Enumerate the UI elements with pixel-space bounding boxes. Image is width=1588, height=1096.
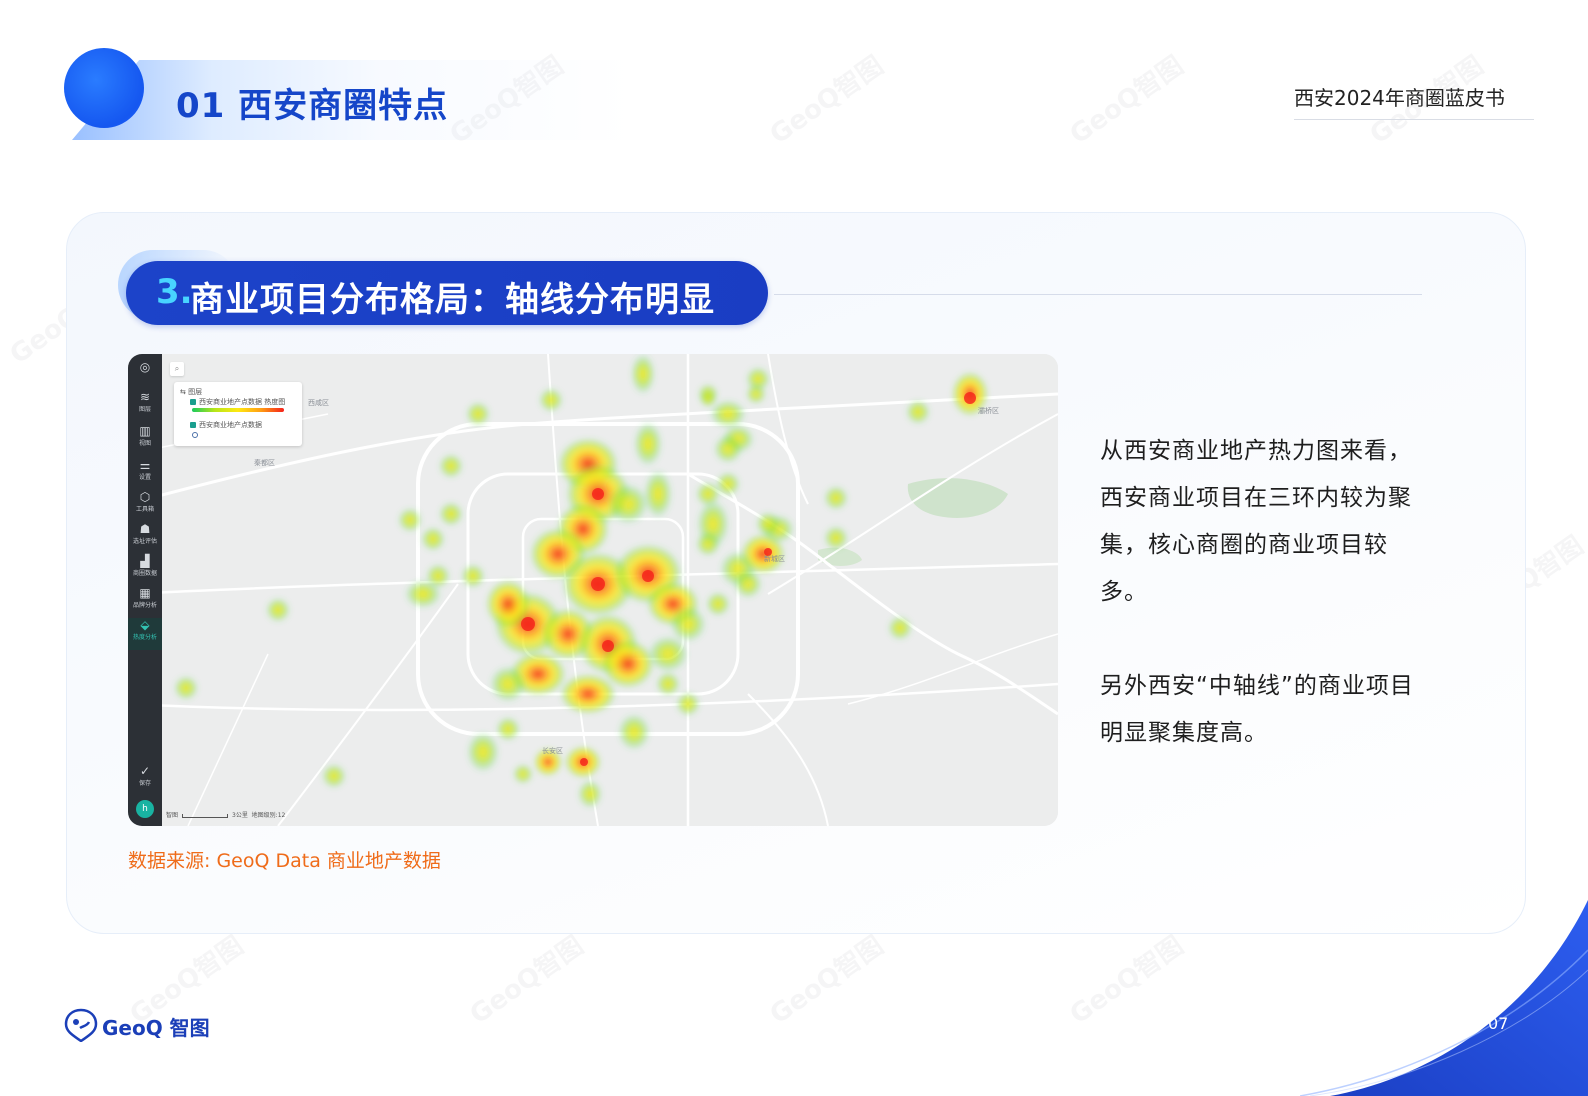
heat-icon: ⬙ xyxy=(140,618,150,632)
sidebar-item-settings[interactable]: ⚌ 设置 xyxy=(128,458,162,481)
sidebar-item-toolbox[interactable]: ⬡ 工具箱 xyxy=(128,490,162,513)
report-title: 西安2024年商圈蓝皮书 xyxy=(1294,86,1505,110)
map-scale: 智图 3公里 地图级别:12 xyxy=(166,810,285,819)
sidebar-item-label: 保存 xyxy=(138,780,151,787)
sidebar-item-label: 设置 xyxy=(138,474,151,481)
map-sidebar: ◎ ≋ 图层 ▥ 视图 ⚌ 设置 ⬡ 工具箱 ☗ 选址评估 ▟ 商圈数据 ▦ 品牌分析 ⬙ 热度… xyxy=(128,354,162,826)
watermark: GeoQ智图 xyxy=(1064,50,1190,151)
heading-divider xyxy=(774,294,1422,295)
heading-number: 3. xyxy=(156,272,193,312)
sidebar-item-label: 选址评估 xyxy=(132,538,157,545)
check-circle-icon: ✓ xyxy=(139,764,151,778)
map-place-label: 西咸区 xyxy=(308,399,329,407)
map-place-label: 秦都区 xyxy=(254,459,275,467)
sidebar-item-label: 商圈数据 xyxy=(132,570,157,577)
scale-text: 3公里 xyxy=(232,812,248,819)
description-paragraph: 另外西安“中轴线”的商业项目明显聚集度高。 xyxy=(1100,673,1414,746)
description: 从西安商业地产热力图来看，西安商业项目在三环内较为聚集，核心商圈的商业项目较多。… xyxy=(1100,428,1420,804)
legend-layer-label: 西安商业地产点数据 xyxy=(199,421,262,429)
sidebar-item-label: 品牌分析 xyxy=(132,602,157,609)
header-blob xyxy=(64,48,144,128)
sidebar-item-label: 视图 xyxy=(138,440,151,447)
map-place-label: 新城区 xyxy=(764,555,785,563)
legend-header-label: 图层 xyxy=(188,388,203,396)
corner-decoration xyxy=(1300,900,1588,1096)
sidebar-item-view[interactable]: ▥ 视图 xyxy=(128,424,162,447)
sidebar-item-label: 图层 xyxy=(138,406,151,413)
compass-icon: ◎ xyxy=(139,360,151,374)
layers-icon: ≋ xyxy=(139,390,151,404)
legend-layer-label: 西安商业地产点数据 热度图 xyxy=(199,398,286,406)
legend-layer-heat[interactable]: 西安商业地产点数据 热度图 xyxy=(190,397,285,407)
watermark: GeoQ智图 xyxy=(764,50,890,151)
page-number: 07 xyxy=(1488,1014,1509,1033)
sidebar-item-site-eval[interactable]: ☗ 选址评估 xyxy=(128,522,162,545)
watermark: GeoQ智图 xyxy=(764,930,890,1031)
report-title-underline xyxy=(1294,119,1534,120)
map-district-label: 长安区 xyxy=(542,747,563,755)
sidebar-logo[interactable]: ◎ xyxy=(128,360,162,374)
sidebar-item-save[interactable]: ✓ 保存 xyxy=(128,764,162,787)
sliders-icon: ⚌ xyxy=(139,458,151,472)
sidebar-item-label: 热度分析 xyxy=(132,634,157,641)
description-paragraph: 从西安商业地产热力图来看，西安商业项目在三环内较为聚集，核心商圈的商业项目较多。 xyxy=(1100,438,1412,605)
books-icon: ▥ xyxy=(139,424,151,438)
geoq-logo-icon xyxy=(64,1008,98,1042)
data-source: 数据来源: GeoQ Data 商业地产数据 xyxy=(128,850,441,872)
scale-bar xyxy=(182,813,229,818)
heading-text: 商业项目分布格局：轴线分布明显 xyxy=(190,280,715,320)
bar-chart-icon: ▟ xyxy=(140,554,150,568)
layer-legend: ⇆ 图层 西安商业地产点数据 热度图 西安商业地产点数据 xyxy=(174,382,302,446)
watermark: GeoQ智图 xyxy=(1064,930,1190,1031)
section-title: 01 西安商圈特点 xyxy=(176,86,449,126)
grid-icon: ▦ xyxy=(139,586,151,600)
checkbox-checked-icon[interactable] xyxy=(190,399,196,405)
location-person-icon: ☗ xyxy=(139,522,151,536)
watermark: GeoQ智图 xyxy=(464,930,590,1031)
map-search-button[interactable]: ⌕ xyxy=(170,362,184,376)
sidebar-item-label: 工具箱 xyxy=(135,506,154,513)
legend-header: ⇆ 图层 xyxy=(180,388,203,396)
zoom-level: 地图级别:12 xyxy=(251,812,286,819)
checkbox-checked-icon[interactable] xyxy=(190,422,196,428)
sidebar-item-layers[interactable]: ≋ 图层 xyxy=(128,390,162,413)
heatmap-screenshot: 西咸区 秦都区 灞桥区 新城区 长安区 ◎ ≋ 图层 ▥ 视图 ⚌ 设置 ⬡ 工具箱 ☗… xyxy=(128,354,1058,826)
heat-gradient-bar xyxy=(192,408,284,412)
legend-layer-points[interactable]: 西安商业地产点数据 xyxy=(190,420,262,430)
sidebar-item-heat[interactable]: ⬙ 热度分析 xyxy=(128,618,162,650)
sidebar-item-brand[interactable]: ▦ 品牌分析 xyxy=(128,586,162,609)
map-place-label: 灞桥区 xyxy=(978,407,999,415)
sidebar-item-trade-data[interactable]: ▟ 商圈数据 xyxy=(128,554,162,577)
avatar[interactable]: h xyxy=(136,800,154,818)
cube-icon: ⬡ xyxy=(139,490,151,504)
point-symbol-icon xyxy=(192,432,198,438)
brand-name: GeoQ 智图 xyxy=(102,1016,210,1040)
scale-brand: 智图 xyxy=(166,812,179,819)
search-icon: ⌕ xyxy=(174,364,180,373)
